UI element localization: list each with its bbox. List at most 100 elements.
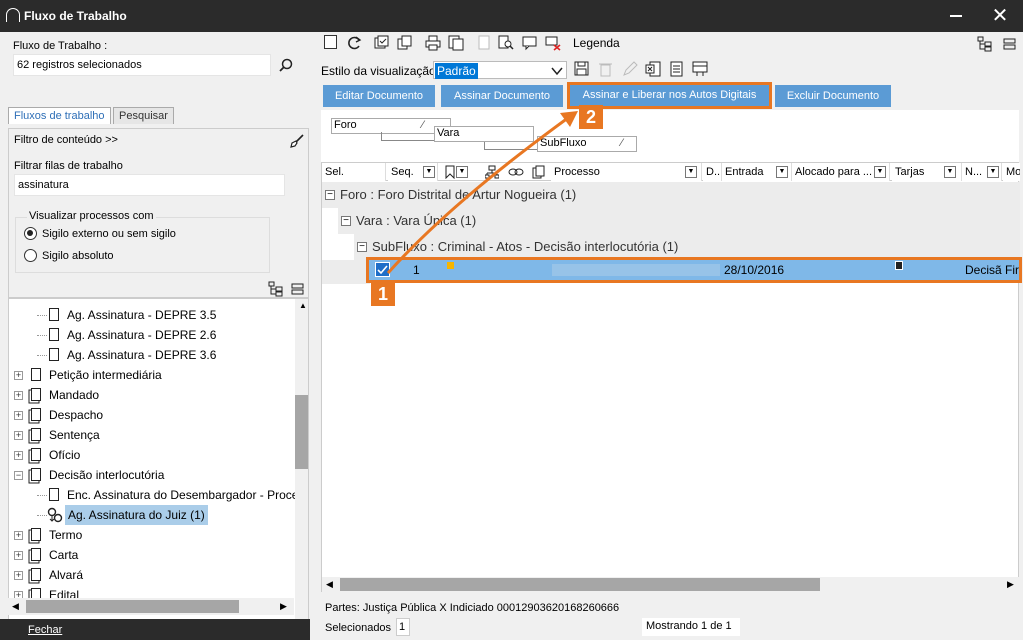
window-title: Fluxo de Trabalho (24, 9, 127, 23)
tree-hscroll-thumb[interactable] (26, 600, 239, 613)
copy-icon[interactable] (397, 35, 413, 51)
expand-node-icon[interactable]: + (14, 451, 23, 460)
expand-node-icon[interactable]: + (14, 431, 23, 440)
tab-pesquisar[interactable]: Pesquisar (113, 107, 174, 124)
select-all-icon[interactable] (374, 35, 390, 51)
search-icon[interactable] (279, 58, 293, 72)
close-button[interactable]: ✕ (988, 4, 1012, 28)
collapse-subfluxo-icon[interactable]: − (357, 242, 367, 252)
row-tipo: Decisã Fir (965, 263, 1020, 277)
new-document-icon[interactable] (324, 35, 337, 49)
grid-horizontal-scrollbar[interactable]: ◀ ▶ (322, 577, 1020, 592)
tree-vertical-scrollbar[interactable]: ▲ ▼ (295, 299, 308, 630)
grid-scroll-right-icon[interactable]: ▶ (1007, 579, 1014, 590)
expand-node-icon[interactable]: + (14, 571, 23, 580)
brush-icon[interactable] (289, 133, 305, 149)
col-tarjas-filter-icon[interactable]: ▼ (944, 166, 956, 178)
col-entrada-filter-icon[interactable]: ▼ (776, 166, 788, 178)
tree-node[interactable]: + Termo (9, 525, 295, 545)
footer-bar: Fechar (0, 619, 310, 640)
document-icon (31, 408, 41, 421)
tree-scroll-thumb[interactable] (295, 395, 308, 469)
tree-node[interactable]: Enc. Assinatura do Desembargador - Proce (9, 485, 298, 505)
document-icon (31, 548, 41, 561)
document-icon (31, 368, 41, 381)
report-icon[interactable] (669, 61, 685, 77)
chevron-down-icon[interactable] (551, 66, 563, 76)
collapse-vara-icon[interactable]: − (341, 216, 351, 226)
filtrar-input[interactable]: assinatura (14, 174, 285, 196)
expand-node-icon[interactable]: + (14, 551, 23, 560)
fluxo-field[interactable]: 62 registros selecionados (13, 54, 271, 76)
export-excel-icon[interactable] (645, 61, 661, 77)
expand-node-icon[interactable]: + (14, 391, 23, 400)
collapse-node-icon[interactable]: − (14, 471, 23, 480)
callout-arrow (386, 111, 578, 275)
assinar-documento-button[interactable]: Assinar Documento (441, 85, 563, 107)
col-mo[interactable]: Mo (1003, 163, 1020, 181)
tree-node[interactable]: − Decisão interlocutória (9, 465, 295, 485)
comment-icon[interactable] (522, 35, 538, 51)
grid-scroll-thumb[interactable] (340, 578, 820, 591)
collapse-foro-icon[interactable]: − (325, 190, 335, 200)
col-alocado-filter-icon[interactable]: ▼ (874, 166, 886, 178)
row-entrada: 28/10/2016 (724, 263, 785, 277)
refresh-icon[interactable] (346, 35, 362, 51)
col-processo-filter-icon[interactable]: ▼ (685, 166, 697, 178)
expand-node-icon[interactable]: + (14, 531, 23, 540)
search-document-icon[interactable] (498, 35, 514, 51)
fluxo-label: Fluxo de Trabalho : (13, 40, 108, 52)
fechar-button[interactable]: Fechar (28, 624, 62, 636)
legenda-label[interactable]: Legenda (573, 36, 620, 50)
estilo-label: Estilo da visualização (321, 64, 436, 78)
tree-node[interactable]: + Petição intermediária (9, 365, 295, 385)
save-copy-icon[interactable] (448, 35, 464, 51)
tree-node[interactable]: Ag. Assinatura - DEPRE 2.6 (9, 325, 295, 345)
estilo-select[interactable]: Padrão (433, 61, 567, 79)
radio-sigilo-absoluto[interactable] (24, 249, 37, 262)
col-sel[interactable]: Sel. (322, 163, 386, 181)
expand-node-icon[interactable]: + (14, 411, 23, 420)
tree-node[interactable]: Ag. Assinatura do Juiz (1) (9, 505, 295, 525)
col-d[interactable]: D... (703, 163, 722, 181)
scroll-up-icon[interactable]: ▲ (299, 301, 307, 310)
callout-badge-1: 1 (371, 282, 395, 306)
filtrar-label: Filtrar filas de trabalho (14, 160, 123, 172)
tree-horizontal-scrollbar[interactable]: ◀ ▶ (8, 598, 294, 615)
radio-sigilo-externo[interactable] (24, 227, 37, 240)
document-icon (49, 328, 59, 341)
minimize-button[interactable] (950, 15, 962, 17)
grid-expand-icon[interactable] (977, 36, 993, 52)
tree-node[interactable]: + Despacho (9, 405, 295, 425)
tree-node[interactable]: Ag. Assinatura - DEPRE 3.6 (9, 345, 295, 365)
delete-comment-icon[interactable] (545, 35, 561, 51)
scroll-right-icon[interactable]: ▶ (280, 601, 287, 612)
col-n-filter-icon[interactable]: ▼ (987, 166, 999, 178)
group-chip-foro-label: Foro (334, 119, 357, 131)
document-icon (31, 448, 41, 461)
edit-style-icon (623, 61, 638, 76)
grid-collapse-icon[interactable] (1003, 36, 1017, 52)
grid-scroll-left-icon[interactable]: ◀ (326, 579, 333, 590)
tree-node[interactable]: Ag. Assinatura - DEPRE 3.5 (9, 305, 295, 325)
tree-node[interactable]: + Sentença (9, 425, 295, 445)
tree-node[interactable]: + Alvará (9, 565, 295, 585)
tree-collapse-icon[interactable] (291, 281, 305, 297)
tree-node[interactable]: + Carta (9, 545, 295, 565)
excluir-documento-button[interactable]: Excluir Documento (775, 85, 891, 107)
tree-node-label: Despacho (49, 408, 104, 422)
print-icon[interactable] (425, 35, 441, 51)
layout-icon[interactable] (692, 61, 708, 77)
editar-documento-button[interactable]: Editar Documento (323, 85, 435, 107)
tree-node[interactable]: + Ofício (9, 445, 295, 465)
save-style-icon[interactable] (574, 61, 590, 77)
scroll-left-icon[interactable]: ◀ (12, 601, 19, 612)
expand-node-icon[interactable]: + (14, 371, 23, 380)
tree-node[interactable]: + Mandado (9, 385, 295, 405)
filtro-conteudo-toggle[interactable]: Filtro de conteúdo >> (14, 134, 118, 146)
partes-info: Partes: Justiça Pública X Indiciado 0001… (325, 602, 620, 614)
tab-fluxos[interactable]: Fluxos de trabalho (8, 107, 111, 124)
tree-node-label: Sentença (49, 428, 100, 442)
row-tarja-icon (895, 261, 903, 270)
tree-expand-icon[interactable] (268, 281, 284, 297)
